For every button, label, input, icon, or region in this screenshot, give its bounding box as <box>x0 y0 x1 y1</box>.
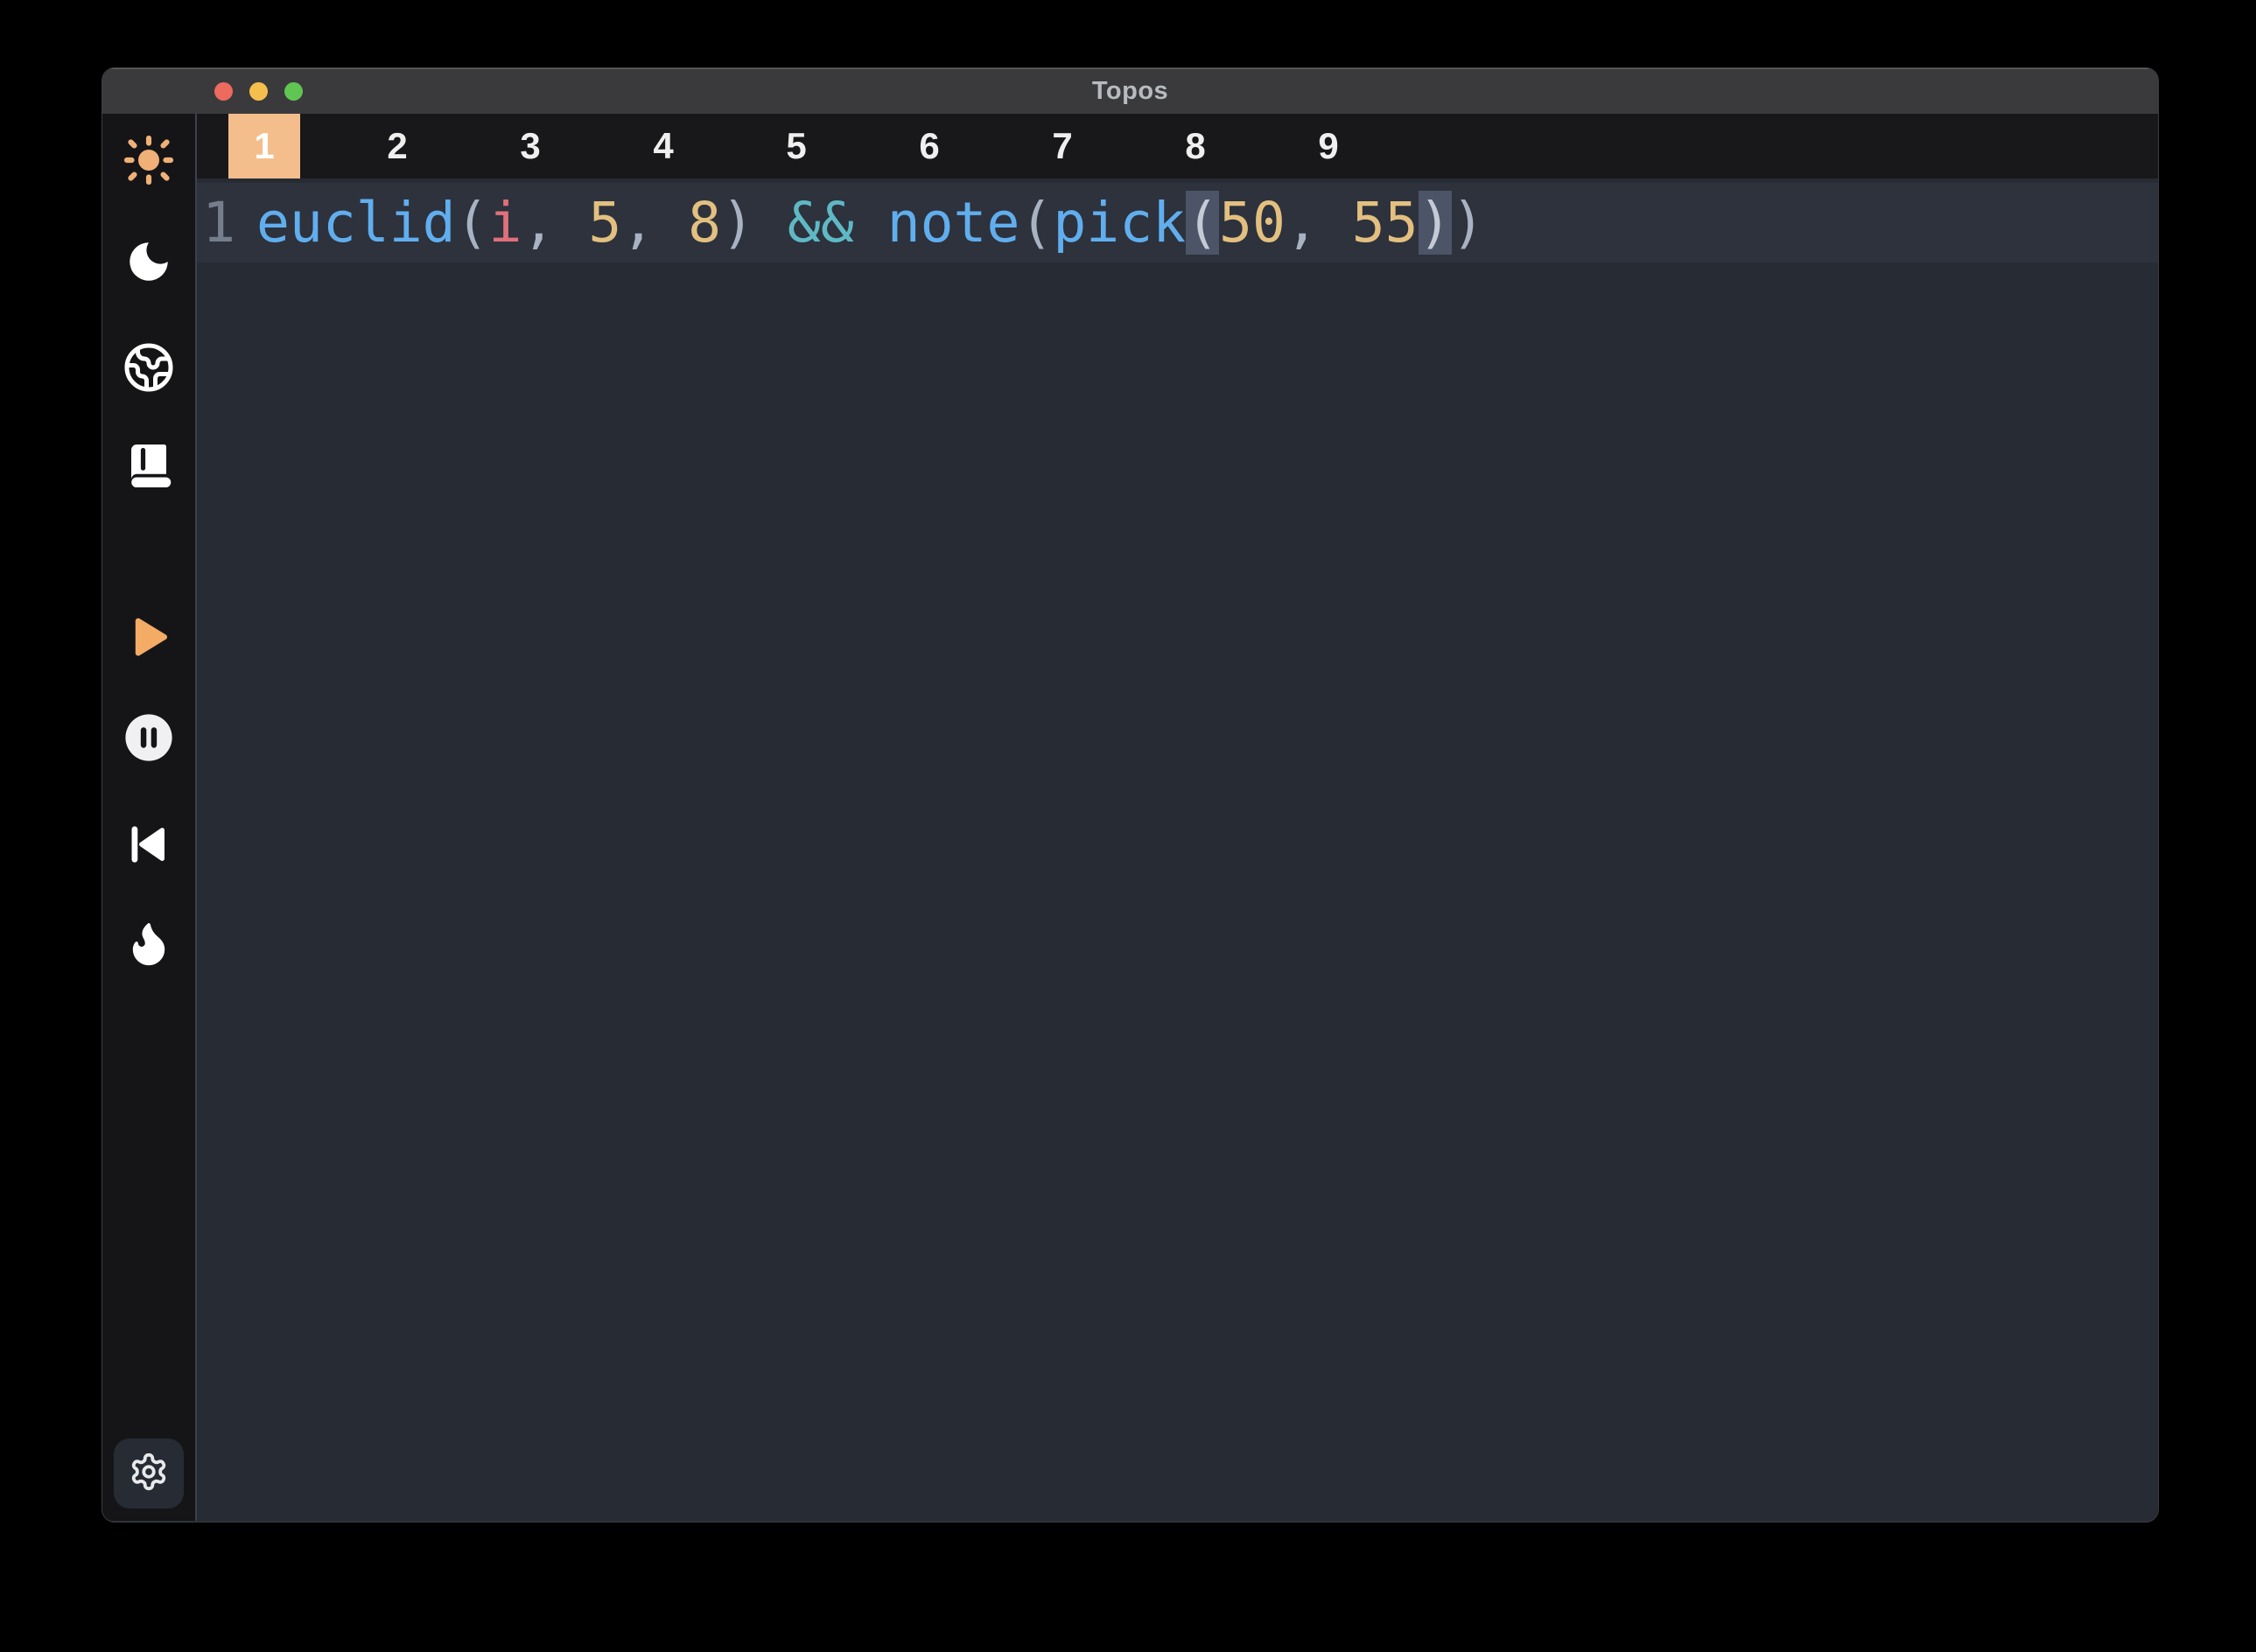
window-title: Topos <box>102 77 2158 106</box>
tab-9[interactable]: 9 <box>1293 114 1364 178</box>
tab-3[interactable]: 3 <box>494 114 566 178</box>
zoom-button[interactable] <box>284 82 303 101</box>
book-icon <box>123 440 175 493</box>
gear-icon <box>129 1452 169 1496</box>
code-token-punct: , <box>1286 191 1352 255</box>
tab-4[interactable]: 4 <box>627 114 699 178</box>
universe-tab-bar: 123456789 <box>197 114 2158 178</box>
code-token-punct: ( <box>1019 191 1053 255</box>
skip-back-icon <box>124 820 173 869</box>
pause-icon <box>122 710 176 765</box>
code-token-number: 8 <box>688 191 721 255</box>
tab-6[interactable]: 6 <box>893 114 965 178</box>
code-token-punct: , <box>621 191 688 255</box>
code-token-punct <box>854 191 887 255</box>
minimize-button[interactable] <box>249 82 268 101</box>
docs-button[interactable] <box>122 439 176 494</box>
tab-2[interactable]: 2 <box>361 114 433 178</box>
app-window: Topos <box>102 68 2158 1522</box>
code-token-punct: , <box>522 191 588 255</box>
code-token-number: 55 <box>1352 191 1419 255</box>
code-token-punct: ) <box>721 191 788 255</box>
desktop-background: Topos <box>0 0 2256 1652</box>
code-token-variable: i <box>489 191 522 255</box>
titlebar: Topos <box>102 68 2158 114</box>
code-token-matched: ) <box>1419 191 1452 255</box>
code-token-function: note <box>887 191 1020 255</box>
code-token-number: 50 <box>1219 191 1286 255</box>
settings-button[interactable] <box>114 1438 184 1508</box>
traffic-lights <box>214 69 303 114</box>
content-area: 123456789 1 euclid(i, 5, 8) && note(pick… <box>197 114 2158 1521</box>
tab-1[interactable]: 1 <box>228 114 300 178</box>
line-number: 1 <box>197 191 235 255</box>
editor-active-line[interactable]: 1 euclid(i, 5, 8) && note(pick(50, 55)) <box>197 183 2158 262</box>
code-editor[interactable]: 1 euclid(i, 5, 8) && note(pick(50, 55)) <box>197 178 2158 1521</box>
tab-8[interactable]: 8 <box>1160 114 1231 178</box>
pause-button[interactable] <box>122 710 176 765</box>
close-button[interactable] <box>214 82 233 101</box>
globe-button[interactable] <box>122 340 176 395</box>
sun-icon <box>121 132 177 188</box>
skip-back-button[interactable] <box>122 817 176 872</box>
play-button[interactable] <box>122 610 176 664</box>
code-token-operator: && <box>788 191 854 255</box>
flame-icon <box>124 919 173 968</box>
theme-light-button[interactable] <box>122 133 176 187</box>
code-token-function: euclid <box>256 191 456 255</box>
code-token-number: 5 <box>588 191 621 255</box>
sidebar <box>102 114 197 1521</box>
code-token-punct: ( <box>456 191 489 255</box>
code-token-function: pick <box>1053 191 1186 255</box>
globe-icon <box>123 341 175 394</box>
tab-5[interactable]: 5 <box>760 114 832 178</box>
code-content: euclid(i, 5, 8) && note(pick(50, 55)) <box>256 191 1484 255</box>
play-icon <box>123 612 174 662</box>
tab-7[interactable]: 7 <box>1026 114 1098 178</box>
flame-button[interactable] <box>122 916 176 970</box>
theme-dark-button[interactable] <box>122 234 176 289</box>
code-token-punct: ) <box>1452 191 1485 255</box>
moon-icon <box>123 236 174 287</box>
code-token-matched: ( <box>1186 191 1219 255</box>
